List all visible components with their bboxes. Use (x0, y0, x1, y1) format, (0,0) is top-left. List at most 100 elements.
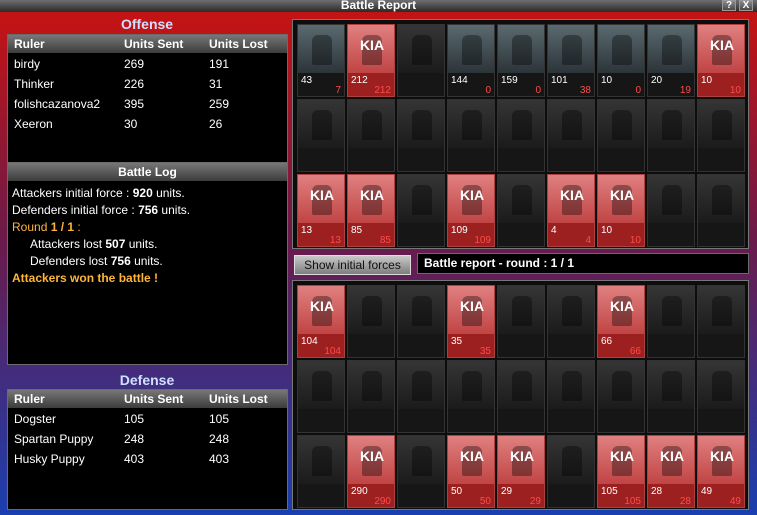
unit-cell[interactable] (547, 99, 595, 172)
units-lost-count: 104 (324, 346, 341, 357)
close-button[interactable]: X (739, 0, 753, 11)
unit-cell[interactable]: KIA 10 10 (697, 24, 745, 97)
unit-cell[interactable]: 20 19 (647, 24, 695, 97)
units-sent-count: 144 (451, 75, 468, 86)
units-sent-count: 4 (551, 225, 557, 236)
units-sent-count: 10 (701, 75, 713, 86)
unit-cell[interactable] (647, 174, 695, 247)
unit-cell[interactable] (297, 99, 345, 172)
unit-cell[interactable]: KIA 85 85 (347, 174, 395, 247)
unit-cell[interactable] (497, 360, 545, 433)
unit-portrait (298, 25, 344, 73)
unit-cell[interactable] (547, 435, 595, 508)
unit-cell[interactable]: 159 0 (497, 24, 545, 97)
unit-portrait (348, 361, 394, 409)
unit-cell[interactable] (697, 285, 745, 358)
unit-cell[interactable]: KIA 35 35 (447, 285, 495, 358)
unit-cell[interactable] (297, 360, 345, 433)
unit-cell[interactable] (397, 24, 445, 97)
unit-cell[interactable]: KIA 13 13 (297, 174, 345, 247)
units-lost: 31 (209, 77, 223, 91)
unit-cell[interactable] (397, 360, 445, 433)
unit-cell[interactable]: KIA 28 28 (647, 435, 695, 508)
unit-cell[interactable] (397, 99, 445, 172)
unit-portrait (398, 100, 444, 148)
unit-cell[interactable] (397, 435, 445, 508)
kia-label: KIA (309, 298, 335, 314)
unit-cell[interactable] (597, 360, 645, 433)
ruler-name: Spartan Puppy (14, 432, 94, 446)
units-sent-count: 101 (551, 75, 568, 86)
unit-cell[interactable] (447, 99, 495, 172)
units-sent-count: 29 (501, 486, 513, 497)
units-sent: 226 (124, 77, 145, 91)
kia-label: KIA (709, 37, 735, 53)
unit-cell[interactable]: KIA 50 50 (447, 435, 495, 508)
unit-cell[interactable] (397, 174, 445, 247)
unit-cell[interactable] (497, 174, 545, 247)
unit-cell[interactable]: KIA 290 290 (347, 435, 395, 508)
unit-portrait (498, 175, 544, 223)
unit-cell[interactable]: KIA 109 109 (447, 174, 495, 247)
unit-portrait (648, 286, 694, 334)
unit-cell[interactable] (547, 285, 595, 358)
unit-cell[interactable]: 10 0 (597, 24, 645, 97)
unit-cell[interactable]: KIA 212 212 (347, 24, 395, 97)
unit-cell[interactable] (597, 99, 645, 172)
unit-cell[interactable] (297, 435, 345, 508)
offense-title: Offense (120, 16, 174, 32)
ruler-name: Husky Puppy (14, 452, 85, 466)
unit-silhouette-icon (562, 296, 582, 326)
unit-silhouette-icon (712, 371, 732, 401)
unit-cell[interactable]: 144 0 (447, 24, 495, 97)
unit-cell[interactable] (647, 285, 695, 358)
units-lost-count: 10 (629, 235, 641, 246)
unit-cell[interactable] (647, 360, 695, 433)
offense-table-header: Ruler Units Sent Units Lost (8, 35, 287, 53)
unit-portrait (398, 436, 444, 484)
unit-cell[interactable]: 101 38 (547, 24, 595, 97)
unit-cell[interactable] (347, 99, 395, 172)
unit-silhouette-icon (512, 110, 532, 140)
unit-silhouette-icon (412, 371, 432, 401)
kia-label: KIA (359, 448, 385, 464)
unit-cell[interactable]: KIA 4 4 (547, 174, 595, 247)
unit-silhouette-icon (712, 296, 732, 326)
unit-cell[interactable] (397, 285, 445, 358)
unit-portrait (398, 175, 444, 223)
ruler-name: birdy (14, 57, 41, 71)
unit-cell[interactable]: KIA 29 29 (497, 435, 545, 508)
unit-cell[interactable] (547, 360, 595, 433)
unit-cell[interactable] (697, 360, 745, 433)
unit-cell[interactable]: KIA 104 104 (297, 285, 345, 358)
unit-silhouette-icon (312, 110, 332, 140)
round-title: Battle report - round : 1 / 1 (417, 253, 749, 274)
log-attackers-initial: Attackers initial force : 920 units. (12, 186, 185, 200)
help-button[interactable]: ? (722, 0, 736, 11)
defense-title: Defense (119, 372, 175, 388)
show-initial-forces-button[interactable]: Show initial forces (294, 255, 411, 275)
table-row: Xeeron 30 26 (8, 115, 287, 135)
battle-log-title: Battle Log (8, 163, 287, 181)
unit-cell[interactable]: KIA 66 66 (597, 285, 645, 358)
unit-cell[interactable]: 43 7 (297, 24, 345, 97)
kia-label: KIA (509, 448, 535, 464)
unit-cell[interactable] (347, 360, 395, 433)
unit-cell[interactable] (647, 99, 695, 172)
unit-cell[interactable]: KIA 105 105 (597, 435, 645, 508)
unit-silhouette-icon (412, 35, 432, 65)
unit-cell[interactable] (497, 285, 545, 358)
table-row: folishcazanova2 395 259 (8, 95, 287, 115)
unit-cell[interactable] (347, 285, 395, 358)
units-lost-count: 290 (374, 496, 391, 507)
offense-table: Ruler Units Sent Units Lost birdy 269 191 T… (7, 34, 288, 166)
unit-cell[interactable]: KIA 49 49 (697, 435, 745, 508)
unit-cell[interactable] (697, 174, 745, 247)
kia-label: KIA (459, 187, 485, 203)
unit-cell[interactable] (447, 360, 495, 433)
unit-portrait (648, 175, 694, 223)
units-lost-count: 7 (335, 85, 341, 96)
unit-cell[interactable] (697, 99, 745, 172)
unit-cell[interactable]: KIA 10 10 (597, 174, 645, 247)
unit-cell[interactable] (497, 99, 545, 172)
